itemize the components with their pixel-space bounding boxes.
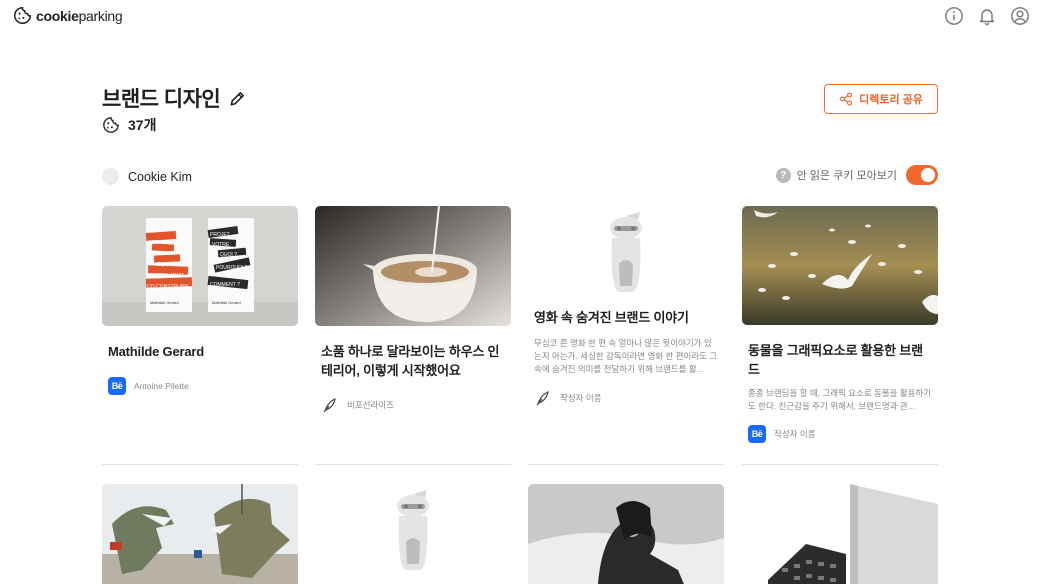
info-icon[interactable] <box>944 6 964 26</box>
unread-toggle[interactable] <box>906 165 938 185</box>
card-thumbnail-placeholder <box>528 206 724 300</box>
author-name: 비포선라이즈 <box>347 400 394 410</box>
behance-icon: Bē <box>748 425 766 443</box>
help-icon[interactable]: ? <box>775 167 791 183</box>
poster-word: GESTION <box>148 240 171 246</box>
cookie-logo-icon <box>14 6 32 25</box>
card-thumbnail-placeholder <box>315 484 511 584</box>
toggle-knob <box>921 168 935 182</box>
poster-word: CO-CONSTRUIRE <box>147 284 190 290</box>
seagulls-image <box>742 206 938 325</box>
unread-label: 안 읽은 쿠키 모아보기 <box>796 170 897 182</box>
app-logo[interactable]: cookieparking <box>13 6 123 25</box>
card-author: 작성자 이름 <box>528 389 724 407</box>
feather-icon <box>536 391 549 406</box>
dinosaur-image <box>102 484 298 584</box>
row-divider <box>102 464 298 465</box>
poster-word: QUOI ? <box>220 252 237 258</box>
author-name: Antoine Pilette <box>134 381 189 391</box>
poster-word: PROJET <box>210 232 230 238</box>
card-description: 종종 브랜딩을 할 때, 그래픽 요소로 동물을 활용하기도 한다. 친근감을 … <box>748 388 932 411</box>
cookie-card[interactable] <box>528 484 724 584</box>
poster-word: VOTRE <box>212 242 230 248</box>
card-title[interactable]: 동물을 그래픽요소로 활용한 브랜드 <box>742 341 938 379</box>
share-directory-button[interactable]: 디렉토리 공유 <box>824 84 938 114</box>
card-author: Bē 작성자 이름 <box>742 425 938 443</box>
card-thumbnail <box>528 484 724 584</box>
poster-caption: Mathilde Gerard <box>150 300 179 305</box>
coffee-image <box>315 206 511 326</box>
share-icon <box>840 92 853 106</box>
unread-filter: ? 안 읽은 쿠키 모아보기 <box>775 165 938 185</box>
behance-icon: Bē <box>108 377 126 395</box>
card-thumbnail <box>742 484 938 584</box>
cookie-card[interactable]: 동물을 그래픽요소로 활용한 브랜드 종종 브랜딩을 할 때, 그래픽 요소로 … <box>742 206 938 443</box>
edit-icon[interactable] <box>228 89 247 108</box>
owner-row: Cookie Kim <box>102 168 192 185</box>
row-divider <box>528 464 724 465</box>
feather-icon <box>323 398 336 413</box>
poster-word: EQUIPE <box>157 262 177 268</box>
card-author: Bē Antoine Pilette <box>102 377 298 395</box>
card-title[interactable]: 영화 속 숨겨진 브랜드 이야기 <box>528 308 724 327</box>
card-title[interactable]: Mathilde Gerard <box>102 342 298 361</box>
top-bar: cookieparking <box>0 0 1042 34</box>
poster-word: PROJET <box>154 251 174 257</box>
cookie-card[interactable] <box>102 484 298 584</box>
author-name: 작성자 이름 <box>560 393 602 403</box>
cookie-count-row: 37개 <box>102 115 156 135</box>
card-thumbnail: GESTION PROJET EQUIPE PARTENARIAT CO-CON… <box>102 206 298 326</box>
owner-name: Cookie Kim <box>128 169 192 184</box>
cookie-icon <box>103 117 119 133</box>
cookie-card[interactable] <box>315 484 511 584</box>
cookie-card[interactable]: GESTION PROJET EQUIPE PARTENARIAT CO-CON… <box>102 206 298 395</box>
top-icons <box>944 6 1030 26</box>
card-thumbnail <box>742 206 938 325</box>
card-description: 무심코 픈 영화 한 편 속 얼마나 많은 뒷이야기가 있는지 아는가. 세심한… <box>534 338 718 374</box>
card-author: 비포선라이즈 <box>315 396 511 414</box>
author-name: 작성자 이름 <box>774 429 816 439</box>
building-image <box>742 484 938 584</box>
page-title: 브랜드 디자인 <box>102 88 221 111</box>
card-title[interactable]: 소품 하나로 달라보이는 하우스 인테리어, 이렇게 시작했어요 <box>315 342 511 380</box>
row-divider <box>315 464 511 465</box>
logo-text: cookieparking <box>36 7 123 24</box>
poster-word: POURQUOI ? <box>216 265 248 271</box>
cookie-card[interactable]: 소품 하나로 달라보이는 하우스 인테리어, 이렇게 시작했어요 비포선라이즈 <box>315 206 511 414</box>
mascot-placeholder-icon <box>610 212 642 292</box>
card-thumbnail <box>102 484 298 584</box>
mascot-placeholder-icon <box>397 490 429 570</box>
cookie-card[interactable]: 영화 속 숨겨진 브랜드 이야기 무심코 픈 영화 한 편 속 얼마나 많은 뒷… <box>528 206 724 407</box>
bell-icon[interactable] <box>977 6 997 26</box>
card-thumbnail <box>315 206 511 326</box>
cookie-card[interactable] <box>742 484 938 584</box>
avatar[interactable] <box>102 168 119 185</box>
portrait-snow-image <box>528 484 724 584</box>
cookie-count: 37개 <box>128 117 157 133</box>
share-button-label: 디렉토리 공유 <box>859 94 923 106</box>
poster-word: PARTENARIAT <box>150 273 184 279</box>
profile-icon[interactable] <box>1010 6 1030 26</box>
poster-word: COMMENT ? <box>210 282 240 288</box>
directory-title-row: 브랜드 디자인 <box>102 83 247 113</box>
poster-caption: Mathilde Gerard <box>212 300 241 305</box>
row-divider <box>742 464 938 465</box>
poster-image: GESTION PROJET EQUIPE PARTENARIAT CO-CON… <box>102 206 298 326</box>
